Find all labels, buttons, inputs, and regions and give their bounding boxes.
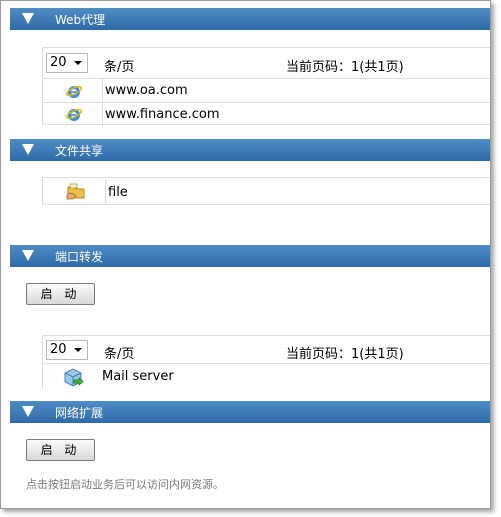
collapse-triangle-icon[interactable] bbox=[22, 144, 34, 155]
list-item[interactable]: www.finance.com bbox=[42, 102, 490, 126]
section-header-port-forward[interactable]: 端口转发 bbox=[10, 245, 490, 267]
resource-link[interactable]: file bbox=[108, 185, 128, 200]
server-icon bbox=[64, 368, 84, 387]
collapse-triangle-icon[interactable] bbox=[22, 13, 34, 24]
list-item[interactable]: www.oa.com bbox=[42, 78, 490, 103]
list-item[interactable]: Mail server bbox=[42, 363, 490, 389]
section-title: 文件共享 bbox=[55, 144, 104, 158]
column-divider bbox=[102, 79, 103, 103]
section-header-web-proxy[interactable]: Web代理 bbox=[10, 8, 490, 30]
ie-icon bbox=[65, 85, 83, 98]
column-divider bbox=[102, 103, 103, 126]
ie-icon bbox=[65, 108, 83, 121]
section-title: Web代理 bbox=[55, 13, 106, 27]
page-size-select[interactable]: 20 bbox=[46, 340, 88, 360]
column-divider bbox=[105, 180, 106, 204]
section-title: 端口转发 bbox=[55, 250, 104, 264]
collapse-triangle-icon[interactable] bbox=[22, 406, 34, 417]
section-title: 网络扩展 bbox=[55, 406, 104, 420]
page-size-select[interactable]: 20 bbox=[46, 53, 88, 73]
chevron-down-icon bbox=[74, 61, 82, 65]
folder-share-icon bbox=[66, 183, 85, 200]
per-page-label: 条/页 bbox=[104, 347, 135, 362]
start-button[interactable]: 启 动 bbox=[26, 283, 95, 305]
collapse-triangle-icon[interactable] bbox=[22, 250, 34, 261]
section-header-network-ext[interactable]: 网络扩展 bbox=[10, 401, 490, 423]
section-header-file-share[interactable]: 文件共享 bbox=[10, 139, 490, 161]
chevron-down-icon bbox=[74, 348, 82, 352]
resource-link[interactable]: Mail server bbox=[102, 369, 174, 384]
page-info: 当前页码：1(共1页) bbox=[286, 347, 404, 362]
hint-text: 点击按钮启动业务后可以访问内网资源。 bbox=[26, 478, 224, 491]
resource-link[interactable]: www.oa.com bbox=[105, 83, 188, 98]
page-info: 当前页码：1(共1页) bbox=[286, 60, 404, 75]
portal-frame: Web代理 20 条/页 当前页码：1(共1页) www.oa.com www.… bbox=[0, 0, 491, 509]
per-page-label: 条/页 bbox=[104, 60, 135, 75]
pager-row: 20 条/页 当前页码：1(共1页) bbox=[42, 335, 490, 363]
resource-link[interactable]: www.finance.com bbox=[105, 107, 220, 122]
start-button[interactable]: 启 动 bbox=[26, 439, 95, 461]
pager-row: 20 条/页 当前页码：1(共1页) bbox=[42, 47, 490, 78]
list-item[interactable]: file bbox=[42, 177, 490, 205]
